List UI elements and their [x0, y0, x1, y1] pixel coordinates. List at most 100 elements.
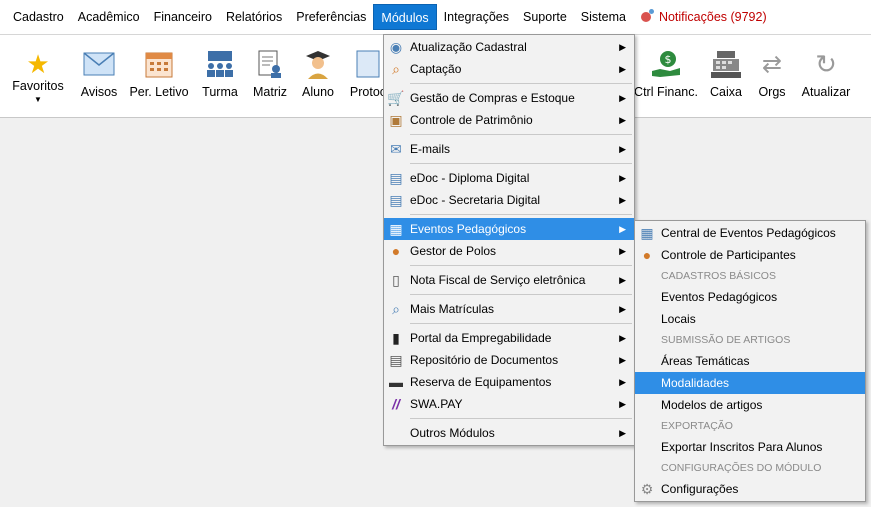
notification-icon — [640, 9, 654, 22]
menu-separator — [410, 265, 632, 266]
toolbar-ctrl-financ-button[interactable]: $ Ctrl Financ. — [634, 41, 698, 111]
submenu-arrow-icon: ▶ — [619, 377, 626, 387]
menu-cadastro[interactable]: Cadastro — [6, 4, 71, 30]
swapay-icon: // — [392, 396, 400, 412]
menu-item-outros-modulos[interactable]: Outros Módulos ▶ — [384, 422, 634, 444]
toolbar-avisos-button[interactable]: Avisos — [76, 41, 122, 111]
magnifier-icon: ⌕ — [392, 61, 400, 77]
menu-separator — [410, 418, 632, 419]
submenu-eventos-pedagogicos[interactable]: Eventos Pedagógicos — [635, 286, 865, 308]
menu-preferencias[interactable]: Preferências — [289, 4, 373, 30]
calendar-grid-icon: ▦ — [389, 221, 403, 237]
menu-separator — [410, 323, 632, 324]
toolbar-orgs-button[interactable]: ⇄ Orgs — [754, 41, 790, 111]
menu-academico[interactable]: Acadêmico — [71, 4, 147, 30]
submenu-arrow-icon: ▶ — [619, 93, 626, 103]
menu-financeiro[interactable]: Financeiro — [147, 4, 219, 30]
menu-item-reserva-equipamentos[interactable]: ▬ Reserva de Equipamentos ▶ — [384, 371, 634, 393]
section-exportacao: EXPORTAÇÃO — [661, 420, 733, 432]
submenu-arrow-icon: ▶ — [619, 144, 626, 154]
submenu-central-eventos[interactable]: ▦ Central de Eventos Pedagógicos — [635, 222, 865, 244]
invoice-icon: ▯ — [392, 272, 400, 288]
section-submissao-artigos: SUBMISSÃO DE ARTIGOS — [661, 334, 791, 346]
menu-item-gestao-compras[interactable]: 🛒 Gestão de Compras e Estoque ▶ — [384, 87, 634, 109]
submenu-arrow-icon: ▶ — [619, 64, 626, 74]
menu-item-mais-matriculas[interactable]: ⌕ Mais Matrículas ▶ — [384, 298, 634, 320]
refresh-icon: ↻ — [815, 48, 837, 79]
document-user-icon — [253, 47, 287, 81]
submenu-modelos-artigos[interactable]: Modelos de artigos — [635, 394, 865, 416]
submenu-locais[interactable]: Locais — [635, 308, 865, 330]
toolbar-turma-button[interactable]: Turma — [198, 41, 242, 111]
edoc-icon: ▤ — [389, 192, 403, 208]
submenu-exportar-inscritos[interactable]: Exportar Inscritos Para Alunos — [635, 436, 865, 458]
monitor-icon: ▬ — [389, 374, 403, 390]
submenu-arrow-icon: ▶ — [619, 42, 626, 52]
submenu-arrow-icon: ▶ — [619, 333, 626, 343]
menu-item-repositorio-documentos[interactable]: ▤ Repositório de Documentos ▶ — [384, 349, 634, 371]
toolbar-caixa-button[interactable]: Caixa — [706, 41, 746, 111]
envelope-icon — [82, 47, 116, 81]
chevron-down-icon: ▼ — [34, 95, 42, 104]
menu-separator — [410, 214, 632, 215]
menu-item-eventos-pedagogicos[interactable]: ▦ Eventos Pedagógicos ▶ — [384, 218, 634, 240]
star-icon: ★ — [26, 48, 50, 79]
submenu-arrow-icon: ▶ — [619, 195, 626, 205]
cash-register-icon — [709, 47, 743, 81]
submenu-areas-tematicas[interactable]: Áreas Temáticas — [635, 350, 865, 372]
submenu-arrow-icon: ▶ — [619, 428, 626, 438]
menu-modulos[interactable]: Módulos — [373, 4, 437, 30]
menu-item-controle-patrimonio[interactable]: ▣ Controle de Patrimônio ▶ — [384, 109, 634, 131]
classroom-icon — [203, 47, 237, 81]
notifications-link[interactable]: Notificações (9792) — [633, 6, 775, 28]
cart-icon: 🛒 — [387, 90, 405, 106]
submenu-arrow-icon: ▶ — [619, 399, 626, 409]
menu-item-captacao[interactable]: ⌕ Captação ▶ — [384, 58, 634, 80]
menu-item-edoc-secretaria[interactable]: ▤ eDoc - Secretaria Digital ▶ — [384, 189, 634, 211]
toolbar-aluno-button[interactable]: Aluno — [298, 41, 338, 111]
toolbar-matriz-button[interactable]: Matriz — [250, 41, 290, 111]
menu-integracoes[interactable]: Integrações — [437, 4, 516, 30]
student-icon — [301, 47, 335, 81]
menu-item-edoc-diploma[interactable]: ▤ eDoc - Diploma Digital ▶ — [384, 167, 634, 189]
submenu-controle-participantes[interactable]: ● Controle de Participantes — [635, 244, 865, 266]
svg-text:$: $ — [665, 53, 672, 66]
submenu-arrow-icon: ▶ — [619, 246, 626, 256]
menu-separator — [410, 294, 632, 295]
section-cadastros-basicos: CADASTROS BÁSICOS — [661, 270, 776, 282]
participants-icon: ● — [642, 247, 652, 263]
menu-suporte[interactable]: Suporte — [516, 4, 574, 30]
submenu-modalidades[interactable]: Modalidades — [635, 372, 865, 394]
menu-item-nota-fiscal[interactable]: ▯ Nota Fiscal de Serviço eletrônica ▶ — [384, 269, 634, 291]
submenu-arrow-icon: ▶ — [619, 173, 626, 183]
gear-icon: ⚙ — [640, 481, 654, 497]
edoc-icon: ▤ — [389, 170, 403, 186]
menu-sistema[interactable]: Sistema — [574, 4, 633, 30]
menu-separator — [410, 83, 632, 84]
section-configuracoes-modulo: CONFIGURAÇÕES DO MÓDULO — [661, 462, 822, 474]
modulos-menu: ◉ Atualização Cadastral ▶ ⌕ Captação ▶ 🛒 G… — [383, 34, 635, 446]
submenu-arrow-icon: ▶ — [619, 355, 626, 365]
submenu-arrow-icon: ▶ — [619, 275, 626, 285]
submenu-arrow-icon: ▶ — [619, 224, 626, 234]
menu-item-gestor-polos[interactable]: ● Gestor de Polos ▶ — [384, 240, 634, 262]
menu-item-swapay[interactable]: // SWA.PAY ▶ — [384, 393, 634, 415]
toolbar-atualizar-button[interactable]: ↻ Atualizar — [800, 41, 852, 111]
toolbar-favoritos-button[interactable]: ★ Favoritos ▼ — [8, 41, 68, 111]
menu-item-atualizacao-cadastral[interactable]: ◉ Atualização Cadastral ▶ — [384, 36, 634, 58]
mail-icon: ✉ — [390, 141, 402, 157]
swap-icon: ⇄ — [761, 50, 783, 78]
menu-separator — [410, 134, 632, 135]
menu-bar: Cadastro Acadêmico Financeiro Relatórios… — [0, 0, 871, 34]
submenu-arrow-icon: ▶ — [619, 115, 626, 125]
menu-item-emails[interactable]: ✉ E-mails ▶ — [384, 138, 634, 160]
eventos-pedagogicos-submenu: ▦ Central de Eventos Pedagógicos ● Contr… — [634, 220, 866, 502]
notifications-label: Notificações (9792) — [658, 10, 767, 24]
submenu-configuracoes[interactable]: ⚙ Configurações — [635, 478, 865, 500]
box-icon: ▣ — [389, 112, 403, 128]
menu-item-portal-empregabilidade[interactable]: ▮ Portal da Empregabilidade ▶ — [384, 327, 634, 349]
enroll-icon: ⌕ — [392, 301, 400, 317]
menu-separator — [410, 163, 632, 164]
toolbar-per-letivo-button[interactable]: Per. Letivo — [128, 41, 190, 111]
menu-relatorios[interactable]: Relatórios — [219, 4, 289, 30]
